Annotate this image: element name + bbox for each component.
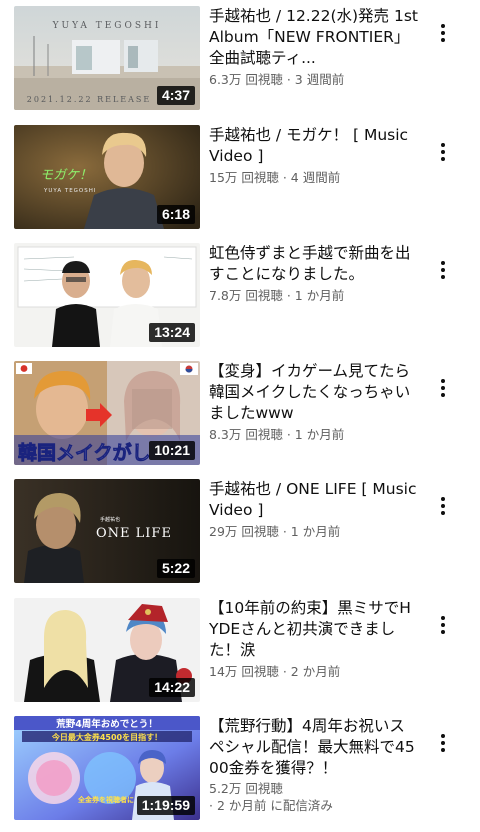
video-info: 【荒野行動】4周年お祝いスペシャル配信！最大無料で4500金券を獲得？！ 5.2… (209, 716, 419, 814)
video-info: 手越祐也 / ONE LIFE [ Music Video ] 29万 回視聴 … (209, 479, 419, 540)
video-thumbnail[interactable]: 14:22 (14, 598, 200, 702)
video-meta: 5.2万 回視聴 (209, 781, 283, 796)
video-title[interactable]: 手越祐也 / ONE LIFE [ Music Video ] (209, 479, 419, 521)
more-vert-icon[interactable] (432, 730, 454, 756)
video-thumbnail[interactable]: 手越祐也 ONE LIFE 5:22 (14, 479, 200, 583)
video-duration: 10:21 (149, 441, 195, 460)
video-title[interactable]: 【変身】イカゲーム見てたら韓国メイクしたくなっちゃいましたwww (209, 361, 419, 424)
video-item[interactable]: 14:22 【10年前の約束】黒ミサでHYDEさんと初共演できました！涙 14万… (0, 598, 480, 708)
video-thumbnail[interactable]: 13:24 (14, 243, 200, 347)
video-meta: 14万 回視聴 · 2 か月前 (209, 664, 341, 679)
thumbnail-caption: YUYA TEGOSHI (52, 21, 162, 31)
video-thumbnail[interactable]: モガケ！ YUYA TEGOSHI 6:18 (14, 125, 200, 229)
thumbnail-caption: 今日最大金券4500を目指す！ (51, 732, 162, 742)
thumbnail-caption: 荒野4周年おめでとう！ (55, 718, 158, 730)
video-thumbnail[interactable]: YUYA TEGOSHI 2021.12.22 RELEASE 4:37 (14, 6, 200, 110)
more-vert-icon[interactable] (432, 257, 454, 283)
thumbnail-caption: 韓国メイクがし (18, 441, 151, 464)
video-duration: 6:18 (156, 205, 195, 224)
thumbnail-caption: YUYA TEGOSHI (43, 188, 97, 194)
video-info: 手越祐也 / モガケ！ [ Music Video ] 15万 回視聴 · 4 … (209, 125, 419, 186)
more-vert-icon[interactable] (432, 139, 454, 165)
thumbnail-caption: ONE LIFE (96, 526, 172, 541)
video-title[interactable]: 【10年前の約束】黒ミサでHYDEさんと初共演できました！涙 (209, 598, 419, 661)
video-info: 虹色侍ずまと手越で新曲を出すことになりました。 7.8万 回視聴 · 1 か月前 (209, 243, 419, 304)
video-item[interactable]: YUYA TEGOSHI 2021.12.22 RELEASE 4:37 手越祐… (0, 6, 480, 116)
video-title[interactable]: 手越祐也 / 12.22(水)発売 1st Album「NEW FRONTIER… (209, 6, 419, 69)
video-duration: 1:19:59 (136, 796, 195, 815)
video-meta: 7.8万 回視聴 · 1 か月前 (209, 288, 345, 303)
video-title[interactable]: 虹色侍ずまと手越で新曲を出すことになりました。 (209, 243, 419, 285)
video-title[interactable]: 【荒野行動】4周年お祝いスペシャル配信！最大無料で4500金券を獲得？！ (209, 716, 419, 779)
video-info: 【10年前の約束】黒ミサでHYDEさんと初共演できました！涙 14万 回視聴 ·… (209, 598, 419, 680)
more-vert-icon[interactable] (432, 375, 454, 401)
video-info: 手越祐也 / 12.22(水)発売 1st Album「NEW FRONTIER… (209, 6, 419, 88)
video-item[interactable]: 荒野4周年おめでとう！ 今日最大金券4500を目指す！ 全金券を視聴者に 1:1… (0, 716, 480, 826)
video-duration: 4:37 (156, 86, 195, 105)
video-item[interactable]: モガケ！ YUYA TEGOSHI 6:18 手越祐也 / モガケ！ [ Mus… (0, 125, 480, 235)
video-info: 【変身】イカゲーム見てたら韓国メイクしたくなっちゃいましたwww 8.3万 回視… (209, 361, 419, 443)
more-vert-icon[interactable] (432, 612, 454, 638)
more-vert-icon[interactable] (432, 493, 454, 519)
thumbnail-caption: モガケ！ (40, 168, 92, 183)
video-item[interactable]: 13:24 虹色侍ずまと手越で新曲を出すことになりました。 7.8万 回視聴 ·… (0, 243, 480, 353)
video-item[interactable]: 韓国メイクがし 10:21 【変身】イカゲーム見てたら韓国メイクしたくなっちゃい… (0, 361, 480, 471)
video-thumbnail[interactable]: 韓国メイクがし 10:21 (14, 361, 200, 465)
video-title[interactable]: 手越祐也 / モガケ！ [ Music Video ] (209, 125, 419, 167)
video-thumbnail[interactable]: 荒野4周年おめでとう！ 今日最大金券4500を目指す！ 全金券を視聴者に 1:1… (14, 716, 200, 820)
video-item[interactable]: 手越祐也 ONE LIFE 5:22 手越祐也 / ONE LIFE [ Mus… (0, 479, 480, 589)
video-duration: 5:22 (156, 559, 195, 578)
video-duration: 14:22 (149, 678, 195, 697)
video-meta-live: · 2 か月前 に配信済み (209, 798, 333, 813)
thumbnail-caption: 2021.12.22 RELEASE (27, 95, 151, 104)
video-duration: 13:24 (149, 323, 195, 342)
thumbnail-caption: 手越祐也 (100, 516, 120, 523)
thumbnail-caption: 全金券を視聴者に (77, 795, 134, 804)
more-vert-icon[interactable] (432, 20, 454, 46)
video-meta: 29万 回視聴 · 1 か月前 (209, 524, 341, 539)
video-meta: 6.3万 回視聴 · 3 週間前 (209, 72, 345, 87)
video-meta: 8.3万 回視聴 · 1 か月前 (209, 427, 345, 442)
video-list: YUYA TEGOSHI 2021.12.22 RELEASE 4:37 手越祐… (0, 0, 480, 832)
video-meta: 15万 回視聴 · 4 週間前 (209, 170, 341, 185)
